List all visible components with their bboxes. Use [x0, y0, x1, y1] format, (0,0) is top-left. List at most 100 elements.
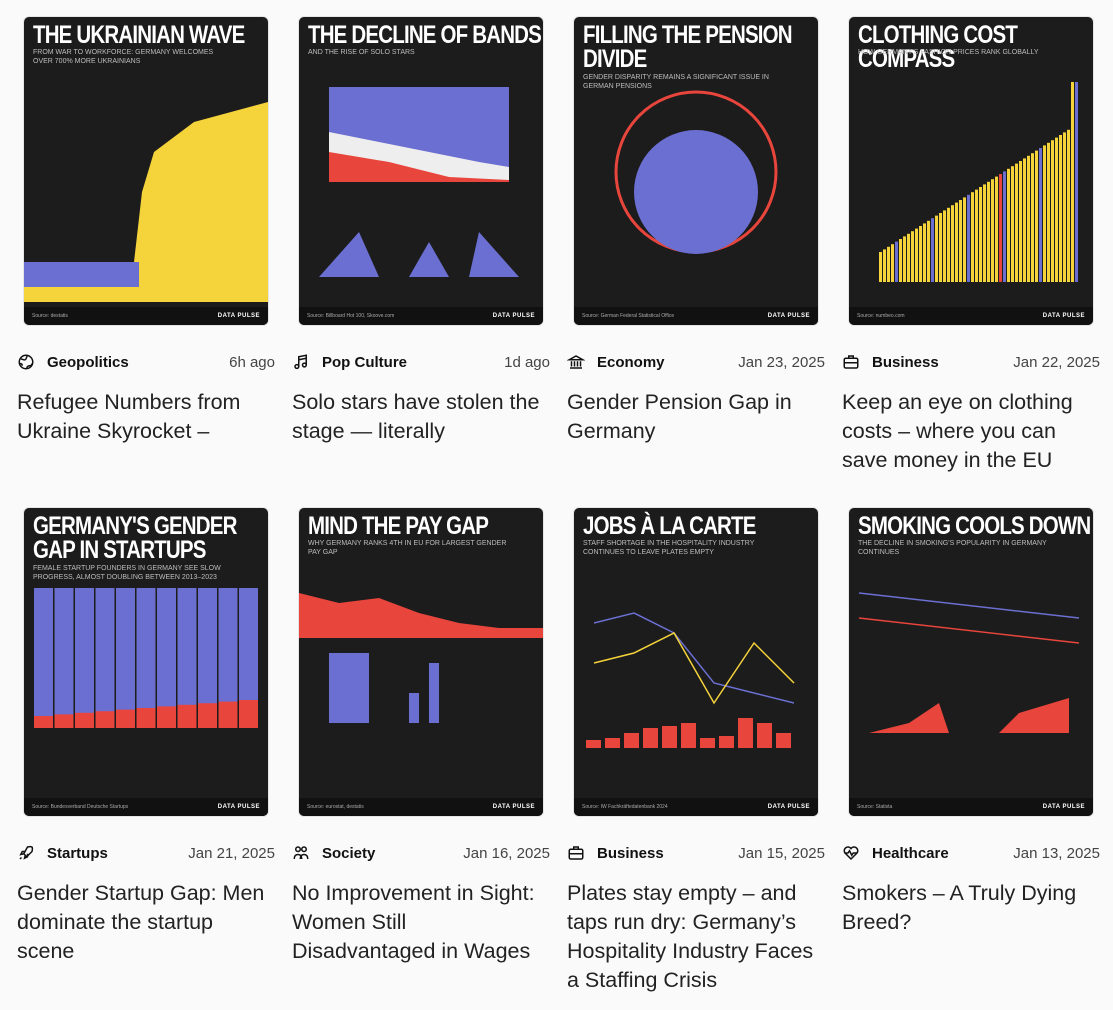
article-card[interactable]: Filling the Pension Divide Gender dispar…	[565, 17, 825, 508]
rocket-icon	[19, 845, 34, 860]
thumbnail-source: Source: Bundesverband Deutsche Startups	[32, 804, 129, 810]
article-date: Jan 22, 2025	[1013, 353, 1100, 371]
article-thumbnail[interactable]: Mind the Pay Gap Why Germany ranks 4th i…	[299, 508, 543, 816]
article-meta: Economy Jan 23, 2025	[565, 352, 825, 372]
thumbnail-title: Germany's Gender Gap in Startups	[33, 512, 237, 564]
data-pulse-logo: DATA PULSE	[767, 804, 810, 810]
article-date: Jan 21, 2025	[188, 844, 275, 862]
thumbnail-chart-graphic	[319, 87, 519, 277]
category-label[interactable]: Business	[597, 845, 738, 862]
thumbnail-title: Filling the Pension Divide	[583, 21, 793, 73]
article-meta: Business Jan 22, 2025	[840, 352, 1100, 372]
article-date: Jan 15, 2025	[738, 844, 825, 862]
category-label[interactable]: Society	[322, 845, 463, 862]
thumbnail-title: The Ukrainian Wave	[33, 21, 245, 49]
category-label[interactable]: Startups	[47, 845, 188, 862]
category-label[interactable]: Pop Culture	[322, 354, 504, 371]
thumbnail-footer: Source: numbeo.com DATA PULSE	[849, 307, 1093, 325]
thumbnail-subtitle: Why Germany ranks 4th in EU for largest …	[308, 540, 507, 556]
article-title[interactable]: Solo stars have stolen the stage — liter…	[292, 388, 550, 446]
thumbnail-chart	[24, 573, 268, 798]
article-card[interactable]: Smoking Cools Down The decline in smokin…	[840, 508, 1100, 999]
article-card[interactable]: Jobs à la Carte Staff shortage in the ho…	[565, 508, 825, 999]
thumbnail-chart	[299, 573, 543, 798]
thumbnail-chart-graphic	[858, 592, 1080, 733]
thumbnail-chart-graphic	[299, 593, 543, 723]
data-pulse-logo: DATA PULSE	[492, 804, 535, 810]
thumbnail-title: Jobs à la Carte	[583, 512, 756, 540]
data-pulse-logo: DATA PULSE	[492, 313, 535, 319]
heart-pulse-icon	[843, 846, 859, 861]
thumbnail-chart	[574, 82, 818, 307]
article-thumbnail[interactable]: Filling the Pension Divide Gender dispar…	[574, 17, 818, 325]
article-meta: Society Jan 16, 2025	[290, 843, 550, 863]
thumbnail-subtitle: And the rise of solo stars	[308, 49, 415, 56]
article-card[interactable]: The Ukrainian Wave From war to workforce…	[15, 17, 275, 508]
thumbnail-chart-graphic	[24, 102, 268, 302]
thumbnail-chart-graphic	[34, 588, 258, 728]
thumbnail-footer: Source: Bundesverband Deutsche Startups …	[24, 798, 268, 816]
thumbnail-footer: Source: destatis DATA PULSE	[24, 307, 268, 325]
article-thumbnail[interactable]: Smoking Cools Down The decline in smokin…	[849, 508, 1093, 816]
article-title[interactable]: Refugee Numbers from Ukraine Skyrocket –	[17, 388, 275, 446]
data-pulse-logo: DATA PULSE	[1042, 804, 1085, 810]
thumbnail-chart	[849, 573, 1093, 798]
article-title[interactable]: Keep an eye on clothing costs – where yo…	[842, 388, 1100, 475]
thumbnail-source: Source: Billboard Hot 100, Skoove.com	[307, 313, 395, 319]
data-pulse-logo: DATA PULSE	[217, 313, 260, 319]
article-title[interactable]: Smokers – A Truly Dying Breed?	[842, 879, 1100, 937]
thumbnail-source: Source: German Federal Statistical Offic…	[582, 313, 675, 319]
thumbnail-chart	[849, 64, 1093, 307]
music-note-icon	[294, 354, 307, 370]
category-label[interactable]: Business	[872, 354, 1013, 371]
article-thumbnail[interactable]: Clothing Cost Compass How Germany's fash…	[849, 17, 1093, 325]
article-meta: Healthcare Jan 13, 2025	[840, 843, 1100, 863]
thumbnail-chart-graphic	[614, 90, 778, 254]
data-pulse-logo: DATA PULSE	[217, 804, 260, 810]
article-thumbnail[interactable]: The Decline of Bands And the rise of sol…	[299, 17, 543, 325]
category-label[interactable]: Geopolitics	[47, 354, 229, 371]
article-card[interactable]: Germany's Gender Gap in Startups Female …	[15, 508, 275, 999]
article-meta: Geopolitics 6h ago	[15, 352, 275, 372]
data-pulse-logo: DATA PULSE	[1042, 313, 1085, 319]
thumbnail-title: Mind the Pay Gap	[308, 512, 489, 540]
people-icon	[293, 846, 309, 860]
thumbnail-chart-graphic	[879, 64, 1078, 282]
thumbnail-footer: Source: German Federal Statistical Offic…	[574, 307, 818, 325]
thumbnail-footer: Source: IW Fachkräftedatenbank 2024 DATA…	[574, 798, 818, 816]
article-date: Jan 16, 2025	[463, 844, 550, 862]
article-thumbnail[interactable]: Jobs à la Carte Staff shortage in the ho…	[574, 508, 818, 816]
article-title[interactable]: Gender Startup Gap: Men dominate the sta…	[17, 879, 275, 966]
article-title[interactable]: Plates stay empty – and taps run dry: Ge…	[567, 879, 825, 995]
thumbnail-title: Clothing Cost Compass	[858, 21, 1018, 73]
bank-icon	[567, 355, 585, 369]
article-thumbnail[interactable]: Germany's Gender Gap in Startups Female …	[24, 508, 268, 816]
article-card[interactable]: The Decline of Bands And the rise of sol…	[290, 17, 550, 508]
thumbnail-source: Source: destatis	[32, 313, 68, 319]
thumbnail-title: Smoking Cools Down	[858, 512, 1091, 540]
thumbnail-chart	[574, 573, 818, 798]
thumbnail-footer: Source: Statista DATA PULSE	[849, 798, 1093, 816]
category-label[interactable]: Healthcare	[872, 845, 1013, 862]
article-date: Jan 23, 2025	[738, 353, 825, 371]
article-date: Jan 13, 2025	[1013, 844, 1100, 862]
article-title[interactable]: No Improvement in Sight: Women Still Dis…	[292, 879, 550, 966]
category-label[interactable]: Economy	[597, 354, 738, 371]
article-meta: Pop Culture 1d ago	[290, 352, 550, 372]
thumbnail-subtitle: How Germany's fashion prices rank global…	[858, 49, 1039, 56]
thumbnail-footer: Source: Billboard Hot 100, Skoove.com DA…	[299, 307, 543, 325]
article-card[interactable]: Clothing Cost Compass How Germany's fash…	[840, 17, 1100, 508]
briefcase-icon	[568, 846, 584, 860]
thumbnail-chart-graphic	[586, 612, 795, 748]
thumbnail-subtitle: From war to workforce: Germany welcomes …	[33, 49, 214, 65]
thumbnail-subtitle: Staff shortage in the hospitality indust…	[583, 540, 755, 556]
article-thumbnail[interactable]: The Ukrainian Wave From war to workforce…	[24, 17, 268, 325]
article-grid: The Ukrainian Wave From war to workforce…	[15, 17, 1100, 999]
article-title[interactable]: Gender Pension Gap in Germany	[567, 388, 825, 446]
article-date: 6h ago	[229, 353, 275, 371]
briefcase-icon	[843, 355, 859, 369]
thumbnail-chart	[299, 82, 543, 307]
article-meta: Startups Jan 21, 2025	[15, 843, 275, 863]
data-pulse-logo: DATA PULSE	[767, 313, 810, 319]
article-card[interactable]: Mind the Pay Gap Why Germany ranks 4th i…	[290, 508, 550, 999]
